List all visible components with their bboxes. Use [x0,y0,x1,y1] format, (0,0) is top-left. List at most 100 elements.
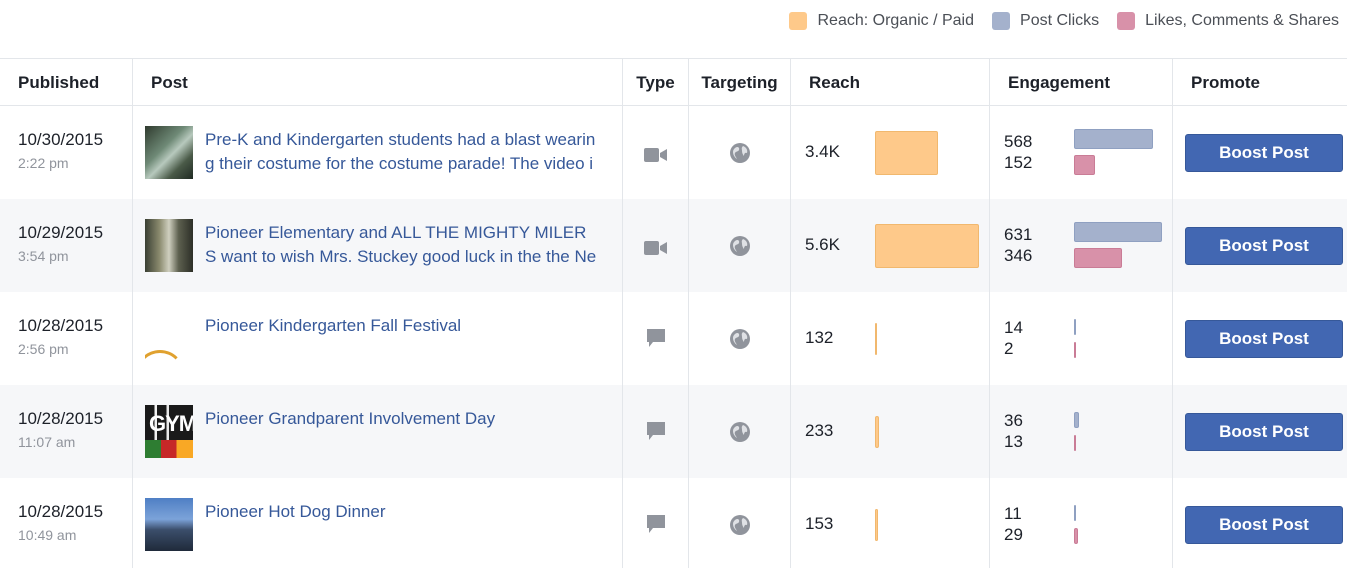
type-cell [623,106,689,199]
likes-comments-shares-bar [1074,435,1076,451]
post-thumbnail[interactable] [145,312,193,365]
table-body: 10/30/2015 2:22 pm Pre-K and Kindergarte… [0,106,1347,568]
published-date: 10/28/2015 [18,316,104,335]
post-link[interactable]: Pioneer Grandparent Involvement Day [205,407,615,431]
table-row: 10/28/2015 11:07 am GYM Pioneer Grandpar… [0,385,1347,478]
reach-bar [875,508,878,541]
legend-item-engagement: Likes, Comments & Shares [1117,12,1339,30]
post-cell: Pre-K and Kindergarten students had a bl… [133,106,623,199]
promote-cell: Boost Post [1173,385,1347,478]
promote-cell: Boost Post [1173,478,1347,568]
reach-cell: 3.4K [791,106,990,199]
status-icon [623,513,688,535]
targeting-cell [689,106,791,199]
targeting-cell [689,478,791,568]
post-thumbnail[interactable] [145,219,193,272]
boost-post-button[interactable]: Boost Post [1185,320,1343,358]
engagement-values: 568 152 [1004,131,1032,173]
posts-table: Published Post Type Targeting Reach Enga… [0,58,1347,568]
header-reach[interactable]: Reach [791,59,990,105]
engagement-cell: 568 152 [990,106,1173,199]
post-thumbnail[interactable]: GYM [145,405,193,458]
promote-cell: Boost Post [1173,106,1347,199]
promote-cell: Boost Post [1173,199,1347,292]
legend-swatch-reach [789,12,808,30]
likes-comments-shares-value: 2 [1004,339,1014,358]
table-row: 10/30/2015 2:22 pm Pre-K and Kindergarte… [0,106,1347,199]
published-date: 10/28/2015 [18,502,104,521]
video-icon [623,239,688,257]
type-cell [623,292,689,385]
reach-bar [875,223,979,268]
engagement-cell: 36 13 [990,385,1173,478]
post-thumbnail[interactable] [145,126,193,179]
post-link[interactable]: Pioneer Hot Dog Dinner [205,500,615,524]
engagement-values: 36 13 [1004,410,1023,452]
legend-item-post-clicks: Post Clicks [992,12,1099,30]
header-published[interactable]: Published [0,59,133,105]
legend-label-reach: Reach: Organic / Paid [817,12,975,29]
engagement-cell: 631 346 [990,199,1173,292]
video-icon [623,146,688,164]
legend-label-post-clicks: Post Clicks [1020,12,1100,29]
header-targeting[interactable]: Targeting [689,59,791,105]
globe-icon [689,328,790,350]
post-thumbnail[interactable] [145,498,193,551]
published-date: 10/28/2015 [18,409,104,428]
post-clicks-value: 631 [1004,225,1033,244]
header-post[interactable]: Post [133,59,623,105]
post-link[interactable]: Pre-K and Kindergarten students had a bl… [205,128,615,176]
legend-item-reach: Reach: Organic / Paid [789,12,974,30]
published-time: 11:07 am [18,434,76,450]
legend-label-engagement: Likes, Comments & Shares [1145,12,1339,29]
likes-comments-shares-value: 29 [1004,525,1023,544]
published-time: 2:56 pm [18,341,69,357]
header-engagement[interactable]: Engagement [990,59,1173,105]
legend-swatch-engagement [1117,12,1136,30]
published-cell: 10/28/2015 10:49 am [0,478,133,568]
post-clicks-bar [1074,222,1162,242]
globe-icon [689,514,790,536]
likes-comments-shares-value: 346 [1004,246,1033,265]
likes-comments-shares-bar [1074,528,1078,544]
engagement-cell: 11 29 [990,478,1173,568]
published-cell: 10/28/2015 11:07 am [0,385,133,478]
type-cell [623,385,689,478]
type-cell [623,199,689,292]
targeting-cell [689,385,791,478]
reach-bar [875,322,877,355]
post-link[interactable]: Pioneer Kindergarten Fall Festival [205,314,615,338]
likes-comments-shares-value: 152 [1004,153,1033,172]
reach-value: 3.4K [805,142,840,161]
likes-comments-shares-bar [1074,342,1076,358]
published-cell: 10/28/2015 2:56 pm [0,292,133,385]
globe-icon [689,235,790,257]
reach-cell: 233 [791,385,990,478]
boost-post-button[interactable]: Boost Post [1185,506,1343,544]
table-row: 10/28/2015 10:49 am Pioneer Hot Dog Dinn… [0,478,1347,568]
boost-post-button[interactable]: Boost Post [1185,134,1343,172]
post-link[interactable]: Pioneer Elementary and ALL THE MIGHTY MI… [205,221,615,269]
globe-icon [689,142,790,164]
reach-value: 233 [805,421,834,440]
likes-comments-shares-bar [1074,155,1095,175]
chart-legend: Reach: Organic / Paid Post Clicks Likes,… [771,12,1339,30]
post-clicks-value: 11 [1004,504,1022,523]
reach-cell: 153 [791,478,990,568]
reach-value: 153 [805,514,834,533]
engagement-values: 11 29 [1004,503,1023,545]
post-clicks-value: 14 [1004,318,1023,337]
boost-post-button[interactable]: Boost Post [1185,227,1343,265]
post-clicks-value: 36 [1004,411,1023,430]
post-clicks-bar [1074,412,1079,428]
table-row: 10/29/2015 3:54 pm Pioneer Elementary an… [0,199,1347,292]
published-time: 2:22 pm [18,155,69,171]
published-date: 10/30/2015 [18,130,104,149]
published-cell: 10/30/2015 2:22 pm [0,106,133,199]
boost-post-button[interactable]: Boost Post [1185,413,1343,451]
status-icon [623,327,688,349]
table-row: 10/28/2015 2:56 pm Pioneer Kindergarten … [0,292,1347,385]
reach-bar [875,415,879,448]
post-cell: GYM Pioneer Grandparent Involvement Day [133,385,623,478]
header-type[interactable]: Type [623,59,689,105]
